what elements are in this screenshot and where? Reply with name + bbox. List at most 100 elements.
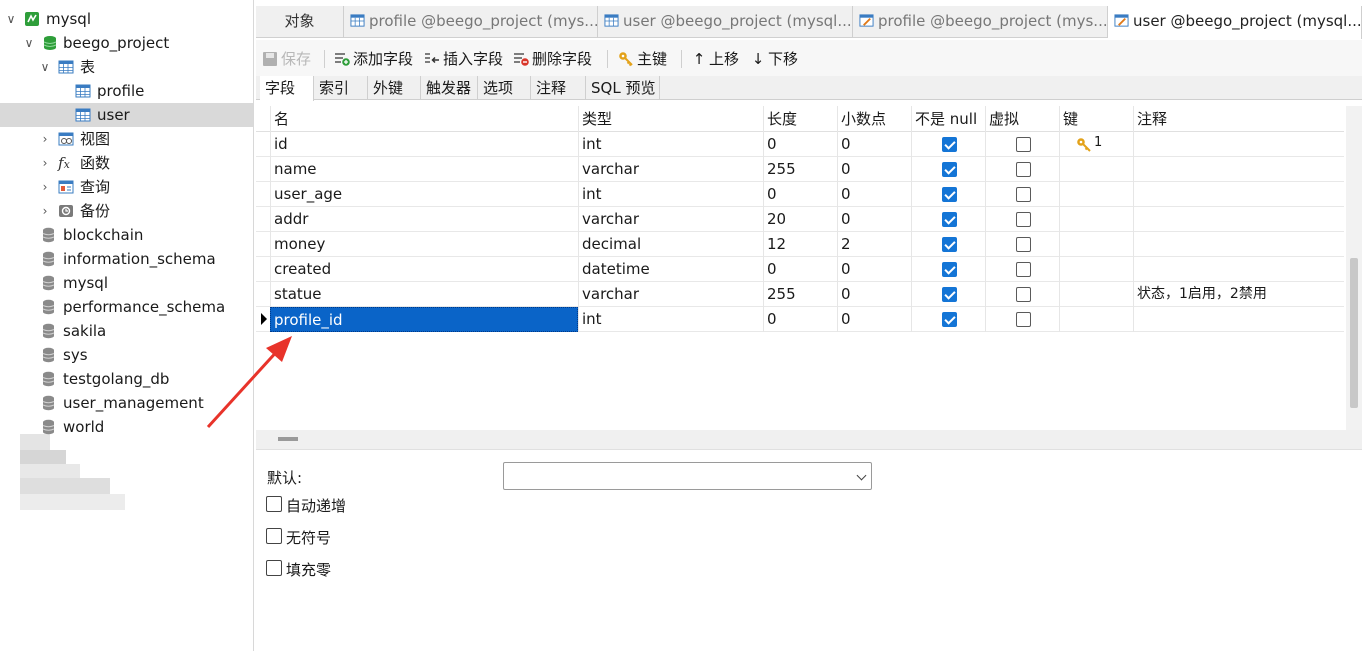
cell-not-null[interactable] — [911, 282, 985, 307]
subtab-fields[interactable]: 字段 — [260, 76, 314, 101]
splitter-grip-icon[interactable] — [278, 437, 298, 441]
virtual-checkbox[interactable] — [1016, 137, 1031, 152]
cell-virtual[interactable] — [985, 157, 1059, 182]
cell-key[interactable]: 1 — [1059, 132, 1133, 157]
tree-database-item[interactable]: blockchain — [0, 223, 253, 247]
table-row[interactable]: name varchar 255 0 — [256, 157, 1344, 182]
panel-splitter[interactable] — [256, 430, 1362, 450]
primary-key-button[interactable]: 主键 — [618, 48, 667, 70]
tree-table-user[interactable]: user — [0, 103, 253, 127]
chevron-down-icon[interactable]: ∨ — [4, 7, 18, 31]
tree-table-profile[interactable]: profile — [0, 79, 253, 103]
table-row[interactable]: created datetime 0 0 — [256, 257, 1344, 282]
cell-type[interactable]: varchar — [578, 207, 763, 232]
virtual-checkbox[interactable] — [1016, 162, 1031, 177]
tree-database-item[interactable]: mysql — [0, 271, 253, 295]
cell-length[interactable]: 0 — [763, 182, 837, 207]
subtab-indexes[interactable]: 索引 — [314, 76, 368, 100]
cell-name[interactable]: money — [270, 232, 578, 257]
cell-virtual[interactable] — [985, 232, 1059, 257]
cell-decimals[interactable]: 0 — [837, 282, 911, 307]
header-length[interactable]: 长度 — [763, 106, 837, 132]
header-type[interactable]: 类型 — [578, 106, 763, 132]
header-comment[interactable]: 注释 — [1133, 106, 1344, 132]
cell-virtual[interactable] — [985, 282, 1059, 307]
subtab-triggers[interactable]: 触发器 — [421, 76, 478, 100]
cell-decimals[interactable]: 0 — [837, 207, 911, 232]
cell-key[interactable] — [1059, 307, 1133, 332]
header-not-null[interactable]: 不是 null — [911, 106, 985, 132]
tree-database-item[interactable]: world — [0, 415, 253, 439]
cell-not-null[interactable] — [911, 132, 985, 157]
cell-name[interactable]: addr — [270, 207, 578, 232]
cell-type[interactable]: int — [578, 307, 763, 332]
insert-field-button[interactable]: 插入字段 — [424, 48, 503, 70]
cell-type[interactable]: int — [578, 182, 763, 207]
scrollbar-thumb[interactable] — [1350, 258, 1358, 408]
cell-decimals[interactable]: 0 — [837, 307, 911, 332]
cell-comment[interactable] — [1133, 232, 1344, 257]
unsigned-checkbox[interactable] — [266, 528, 282, 544]
header-decimals[interactable]: 小数点 — [837, 106, 911, 132]
header-name[interactable]: 名 — [270, 106, 578, 132]
virtual-checkbox[interactable] — [1016, 312, 1031, 327]
tab-objects[interactable]: 对象 — [256, 6, 344, 38]
tree-database-item[interactable]: testgolang_db — [0, 367, 253, 391]
chevron-right-icon[interactable]: › — [38, 151, 52, 175]
cell-not-null[interactable] — [911, 232, 985, 257]
cell-decimals[interactable]: 2 — [837, 232, 911, 257]
table-row[interactable]: statue varchar 255 0 状态，1启用，2禁用 — [256, 282, 1344, 307]
not-null-checkbox[interactable] — [942, 212, 957, 227]
tree-database-beego-project[interactable]: ∨ beego_project — [0, 31, 253, 55]
chevron-down-icon[interactable]: ∨ — [22, 31, 36, 55]
not-null-checkbox[interactable] — [942, 237, 957, 252]
cell-virtual[interactable] — [985, 132, 1059, 157]
cell-name[interactable]: user_age — [270, 182, 578, 207]
not-null-checkbox[interactable] — [942, 187, 957, 202]
tab-user-design[interactable]: user @beego_project (mysql... — [1108, 6, 1362, 39]
not-null-checkbox[interactable] — [942, 312, 957, 327]
cell-comment[interactable] — [1133, 132, 1344, 157]
cell-not-null[interactable] — [911, 157, 985, 182]
cell-decimals[interactable]: 0 — [837, 182, 911, 207]
cell-virtual[interactable] — [985, 207, 1059, 232]
cell-length[interactable]: 0 — [763, 307, 837, 332]
chevron-down-icon[interactable]: ∨ — [38, 55, 52, 79]
zerofill-checkbox[interactable] — [266, 560, 282, 576]
tab-profile-1[interactable]: profile @beego_project (mys... — [344, 6, 598, 38]
cell-length[interactable]: 20 — [763, 207, 837, 232]
cell-key[interactable] — [1059, 232, 1133, 257]
cell-key[interactable] — [1059, 182, 1133, 207]
cell-virtual[interactable] — [985, 307, 1059, 332]
cell-length[interactable]: 255 — [763, 282, 837, 307]
tree-group-views[interactable]: › 视图 — [0, 127, 253, 151]
cell-key[interactable] — [1059, 157, 1133, 182]
cell-length[interactable]: 0 — [763, 257, 837, 282]
cell-name[interactable]: name — [270, 157, 578, 182]
virtual-checkbox[interactable] — [1016, 237, 1031, 252]
table-row[interactable]: money decimal 12 2 — [256, 232, 1344, 257]
cell-name[interactable]: statue — [270, 282, 578, 307]
cell-not-null[interactable] — [911, 257, 985, 282]
virtual-checkbox[interactable] — [1016, 212, 1031, 227]
cell-decimals[interactable]: 0 — [837, 132, 911, 157]
subtab-comment[interactable]: 注释 — [531, 76, 586, 100]
cell-name[interactable]: id — [270, 132, 578, 157]
chevron-right-icon[interactable]: › — [38, 199, 52, 223]
cell-length[interactable]: 12 — [763, 232, 837, 257]
cell-comment[interactable]: 状态，1启用，2禁用 — [1133, 282, 1344, 307]
delete-field-button[interactable]: 删除字段 — [513, 48, 592, 70]
virtual-checkbox[interactable] — [1016, 262, 1031, 277]
table-row[interactable]: id int 0 0 1 — [256, 132, 1344, 157]
cell-comment[interactable] — [1133, 257, 1344, 282]
tree-group-tables[interactable]: ∨ 表 — [0, 55, 253, 79]
tree-connection-mysql[interactable]: ∨ mysql — [0, 7, 253, 31]
chevron-down-icon[interactable] — [856, 470, 867, 481]
not-null-checkbox[interactable] — [942, 262, 957, 277]
cell-type[interactable]: varchar — [578, 157, 763, 182]
tree-database-item[interactable]: user_management — [0, 391, 253, 415]
auto-increment-checkbox[interactable] — [266, 496, 282, 512]
move-up-button[interactable]: ↑ 上移 — [692, 48, 739, 70]
tree-database-item[interactable]: sakila — [0, 319, 253, 343]
cell-not-null[interactable] — [911, 307, 985, 332]
